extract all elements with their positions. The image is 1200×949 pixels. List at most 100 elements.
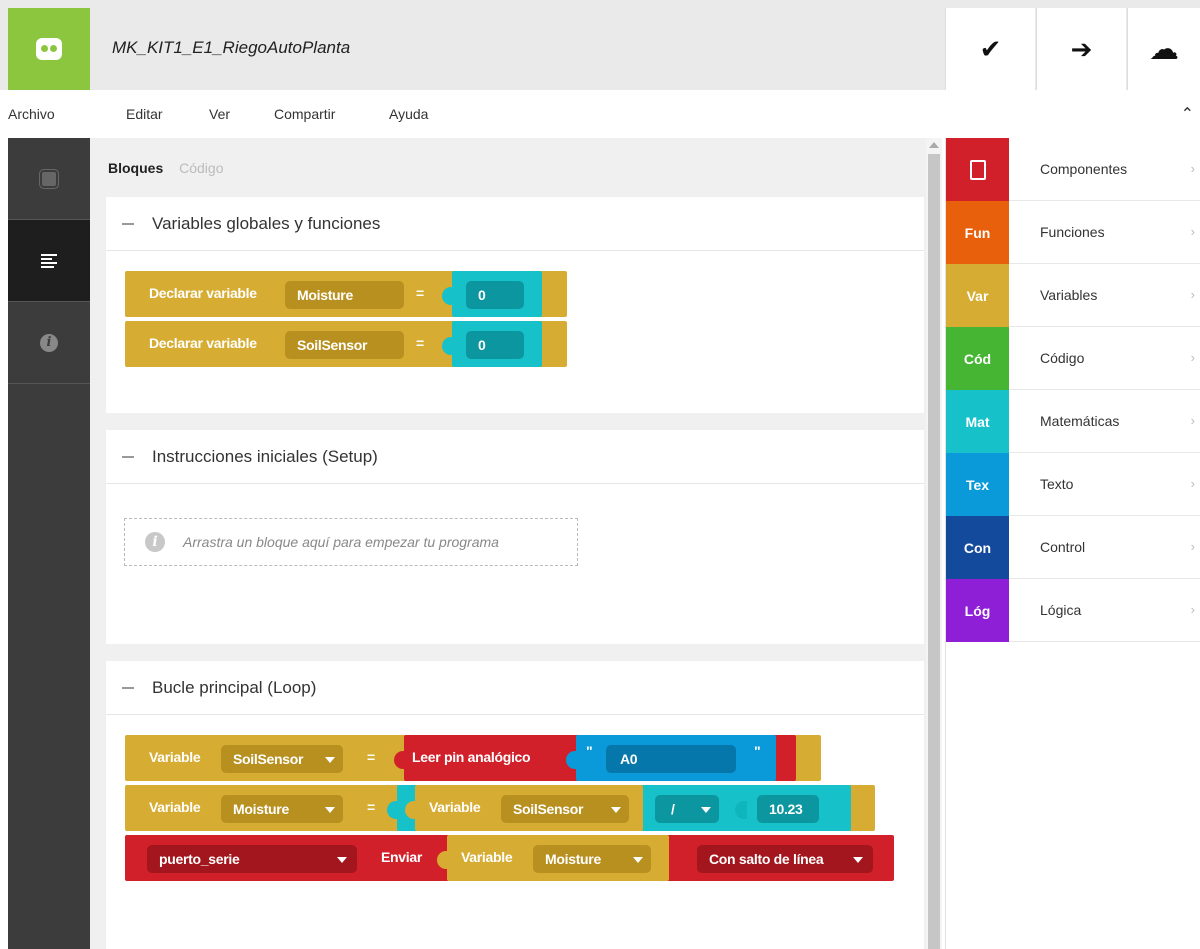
menu-archivo[interactable]: Archivo (8, 106, 55, 122)
project-title[interactable]: MK_KIT1_E1_RiegoAutoPlanta (112, 38, 350, 58)
operator-dropdown[interactable]: / (655, 795, 719, 823)
workspace-scrollbar[interactable] (926, 138, 942, 949)
serial-send-block[interactable]: puerto_serie Enviar Variable Moisture Co… (125, 835, 894, 881)
connector-notch (442, 287, 454, 305)
variable-name-field[interactable]: SoilSensor (285, 331, 404, 359)
quote-label: " (586, 743, 593, 759)
connector-notch (394, 751, 406, 769)
verify-button[interactable]: ✔ (945, 8, 1035, 90)
declare-variable-block[interactable]: Declarar variable SoilSensor = 0 (125, 321, 567, 367)
get-variable-block[interactable]: Variable SoilSensor (405, 785, 643, 831)
menu-ver[interactable]: Ver (209, 106, 230, 122)
field-text: SoilSensor (297, 337, 368, 353)
workspace: Bloques Código Variables globales y func… (90, 138, 926, 949)
set-variable-block[interactable]: Variable SoilSensor = Leer pin analógico… (125, 735, 821, 781)
newline-mode-dropdown[interactable]: Con salto de línea (697, 845, 873, 873)
variable-dropdown[interactable]: Moisture (221, 795, 343, 823)
number-block[interactable]: 0 (442, 321, 542, 367)
field-text: / (671, 801, 675, 817)
top-bar: MK_KIT1_E1_RiegoAutoPlanta ✔ ➔ ☁ (0, 0, 1200, 90)
number-field[interactable]: 0 (466, 331, 524, 359)
category-matematicas[interactable]: Mat Matemáticas › (946, 390, 1200, 453)
sidebar-software[interactable] (8, 220, 90, 302)
read-analog-pin-block[interactable]: Leer pin analógico " A0 " (394, 735, 796, 781)
declare-variable-block[interactable]: Declarar variable Moisture = 0 (125, 271, 567, 317)
block-label: Variable (429, 799, 481, 815)
sidebar-info[interactable]: i (8, 302, 90, 384)
category-codigo[interactable]: Cód Código › (946, 327, 1200, 390)
category-label: Lógica (1040, 602, 1082, 618)
menu-ayuda[interactable]: Ayuda (389, 106, 428, 122)
menu-editar[interactable]: Editar (126, 106, 163, 122)
chevron-right-icon: › (1190, 539, 1195, 554)
text-field[interactable]: A0 (606, 745, 736, 773)
variable-name-field[interactable]: Moisture (285, 281, 404, 309)
field-text: Moisture (233, 801, 289, 817)
dropdown-caret-icon (633, 857, 643, 863)
category-funciones[interactable]: Fun Funciones › (946, 201, 1200, 264)
category-variables[interactable]: Var Variables › (946, 264, 1200, 327)
math-operation-block[interactable]: Variable SoilSensor / 10.23 (387, 785, 851, 831)
number-block[interactable]: 10.23 (735, 785, 843, 831)
category-swatch: Fun (946, 201, 1009, 264)
variable-dropdown[interactable]: SoilSensor (221, 745, 343, 773)
serial-port-dropdown[interactable]: puerto_serie (147, 845, 357, 873)
scroll-thumb[interactable] (928, 154, 940, 949)
quote-label: " (754, 743, 761, 759)
drop-zone-hint: Arrastra un bloque aquí para empezar tu … (183, 534, 499, 550)
block-label: Declarar variable (149, 335, 257, 351)
chevron-right-icon: › (1190, 413, 1195, 428)
view-tabs: Bloques Código (108, 160, 224, 176)
variable-dropdown[interactable]: Moisture (533, 845, 651, 873)
category-logica[interactable]: Lóg Lógica › (946, 579, 1200, 642)
connector-notch (442, 337, 454, 355)
tab-code[interactable]: Código (179, 160, 223, 176)
section-header[interactable]: Bucle principal (Loop) (106, 661, 924, 715)
info-icon: i (145, 532, 165, 552)
category-swatch: Var (946, 264, 1009, 327)
dropdown-caret-icon (325, 757, 335, 763)
set-variable-block[interactable]: Variable Moisture = Variable SoilSensor … (125, 785, 875, 831)
checkmark-icon: ✔ (979, 33, 1002, 64)
category-swatch: Con (946, 516, 1009, 579)
section-title: Variables globales y funciones (152, 213, 381, 233)
menu-bar: Archivo Editar Ver Compartir Ayuda ⌃ (0, 90, 1200, 138)
section-header[interactable]: Instrucciones iniciales (Setup) (106, 430, 924, 484)
number-field[interactable]: 10.23 (757, 795, 819, 823)
collapse-dash-icon[interactable] (122, 222, 134, 225)
block-drop-zone[interactable]: i Arrastra un bloque aquí para empezar t… (124, 518, 578, 566)
sidebar-hardware[interactable] (8, 138, 90, 220)
section-header[interactable]: Variables globales y funciones (106, 197, 924, 251)
category-swatch (946, 138, 1009, 201)
chip-icon (42, 171, 56, 186)
category-texto[interactable]: Tex Texto › (946, 453, 1200, 516)
collapse-icon[interactable]: ⌃ (1181, 104, 1194, 124)
number-field[interactable]: 0 (466, 281, 524, 309)
menu-compartir[interactable]: Compartir (274, 106, 335, 122)
equals-label: = (367, 799, 375, 815)
cloud-button[interactable]: ☁ (1127, 8, 1200, 90)
category-control[interactable]: Con Control › (946, 516, 1200, 579)
upload-button[interactable]: ➔ (1036, 8, 1126, 90)
tab-blocks[interactable]: Bloques (108, 160, 163, 176)
info-icon: i (40, 333, 58, 352)
section-title: Instrucciones iniciales (Setup) (152, 446, 378, 466)
chevron-right-icon: › (1190, 602, 1195, 617)
dropdown-caret-icon (337, 857, 347, 863)
number-block[interactable]: 0 (442, 271, 542, 317)
chevron-right-icon: › (1190, 350, 1195, 365)
bitbloq-logo[interactable] (8, 8, 90, 90)
field-text: 10.23 (769, 801, 803, 817)
left-sidebar: i (8, 138, 90, 949)
variable-dropdown[interactable]: SoilSensor (501, 795, 629, 823)
collapse-dash-icon[interactable] (122, 455, 134, 458)
scroll-up-arrow-icon[interactable] (929, 142, 939, 148)
category-label: Control (1040, 539, 1086, 555)
chevron-right-icon: › (1190, 476, 1195, 491)
category-componentes[interactable]: Componentes › (946, 138, 1200, 201)
text-block[interactable]: " A0 " (566, 735, 776, 781)
section-setup: Instrucciones iniciales (Setup) i Arrast… (106, 430, 924, 644)
get-variable-block[interactable]: Variable Moisture (437, 835, 669, 881)
collapse-dash-icon[interactable] (122, 686, 134, 689)
chevron-right-icon: › (1190, 287, 1195, 302)
